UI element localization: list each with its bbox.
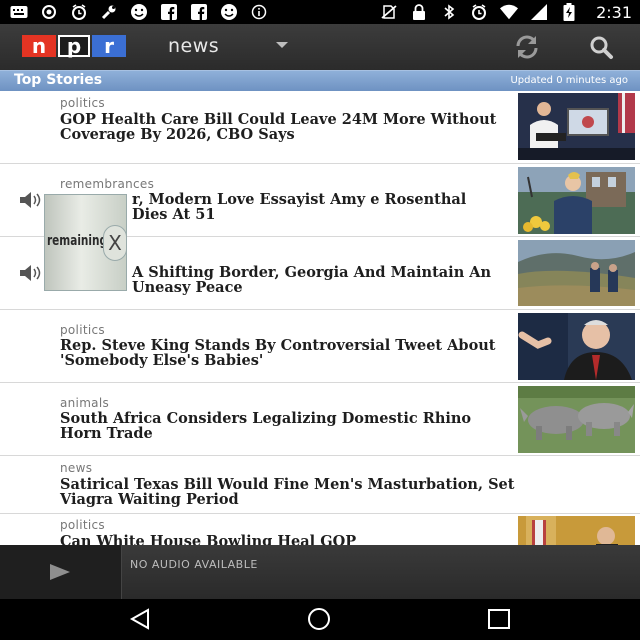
story-category: animals [60, 396, 110, 410]
play-icon [50, 564, 70, 580]
story-category: politics [60, 518, 105, 532]
system-icons: 2:31 [380, 0, 632, 24]
play-button[interactable] [0, 545, 122, 599]
battery-charging-icon [560, 3, 578, 21]
remaining-overlay[interactable]: remaining X [44, 194, 127, 291]
logo-letter-n: n [22, 35, 56, 57]
lock-icon [410, 3, 428, 21]
alarm-icon [470, 3, 488, 21]
smiley-icon [220, 3, 238, 21]
story-thumbnail [518, 313, 635, 380]
back-icon [129, 608, 149, 630]
story-headline: GOP Health Care Bill Could Leave 24M Mor… [60, 111, 497, 143]
story-headline: Satirical Texas Bill Would Fine Men's Ma… [60, 476, 515, 508]
wifi-icon [500, 3, 519, 21]
story-headline: A Shifting Border, Georgia And Maintain … [132, 264, 492, 296]
section-title: Top Stories [14, 72, 103, 88]
section-header: Top Stories Updated 0 minutes ago [0, 70, 640, 91]
story-headline: South Africa Considers Legalizing Domest… [60, 410, 472, 442]
story-item[interactable]: politics GOP Health Care Bill Could Leav… [0, 91, 640, 164]
refresh-icon [516, 35, 538, 59]
facebook-icon [160, 3, 178, 21]
keyboard-icon [10, 3, 28, 21]
story-item[interactable]: politics Rep. Steve King Stands By Contr… [0, 310, 640, 383]
recents-icon [488, 609, 510, 629]
story-item[interactable]: news Satirical Texas Bill Would Fine Men… [0, 456, 640, 514]
no-sim-icon [380, 3, 398, 21]
section-dropdown-label[interactable]: news [168, 35, 219, 57]
story-category: politics [60, 323, 105, 337]
status-bar: 2:31 [0, 0, 640, 24]
app-bar: n p r news [0, 24, 640, 70]
notification-icons [10, 0, 268, 24]
logo-letter-p: p [58, 35, 90, 57]
overlay-close-button[interactable]: X [103, 225, 126, 261]
story-category: remembrances [60, 177, 155, 191]
home-icon [308, 608, 330, 630]
story-item[interactable]: animals South Africa Considers Legalizin… [0, 383, 640, 456]
recents-button[interactable] [484, 607, 514, 631]
story-thumbnail [518, 240, 635, 306]
home-button[interactable] [304, 607, 334, 631]
speaker-icon[interactable] [18, 264, 44, 282]
smiley-icon [130, 3, 148, 21]
info-icon [250, 3, 268, 21]
story-thumbnail [518, 167, 635, 234]
facebook-icon [190, 3, 208, 21]
audio-player-bar: NO AUDIO AVAILABLE [0, 545, 640, 599]
wrench-icon [100, 3, 118, 21]
signal-icon [530, 3, 548, 21]
story-thumbnail [518, 93, 635, 160]
circle-dot-icon [40, 3, 58, 21]
search-button[interactable] [586, 33, 616, 61]
bluetooth-icon [440, 3, 458, 21]
story-list[interactable]: politics GOP Health Care Bill Could Leav… [0, 91, 640, 545]
story-headline: Rep. Steve King Stands By Controversial … [60, 337, 496, 369]
search-icon [590, 36, 613, 59]
clock: 2:31 [596, 2, 632, 22]
updated-timestamp: Updated 0 minutes ago [510, 75, 628, 86]
system-nav-bar [0, 599, 640, 640]
player-status: NO AUDIO AVAILABLE [130, 558, 258, 571]
npr-logo[interactable]: n p r [22, 35, 126, 57]
story-category: politics [60, 96, 105, 110]
story-item[interactable]: politics Can White House Bowling Heal GO… [0, 514, 640, 545]
story-thumbnail [518, 516, 635, 545]
story-thumbnail [518, 386, 635, 453]
refresh-button[interactable] [510, 33, 544, 61]
logo-letter-r: r [92, 35, 126, 57]
story-headline: Can White House Bowling Heal GOP [60, 533, 357, 545]
speaker-icon[interactable] [18, 191, 44, 209]
chevron-down-icon[interactable] [276, 42, 288, 48]
story-headline: r, Modern Love Essayist Amy e Rosenthal … [132, 191, 467, 223]
story-category: news [60, 461, 93, 475]
back-button[interactable] [126, 607, 156, 631]
alarm-icon [70, 3, 88, 21]
overlay-text: remaining [47, 233, 107, 249]
